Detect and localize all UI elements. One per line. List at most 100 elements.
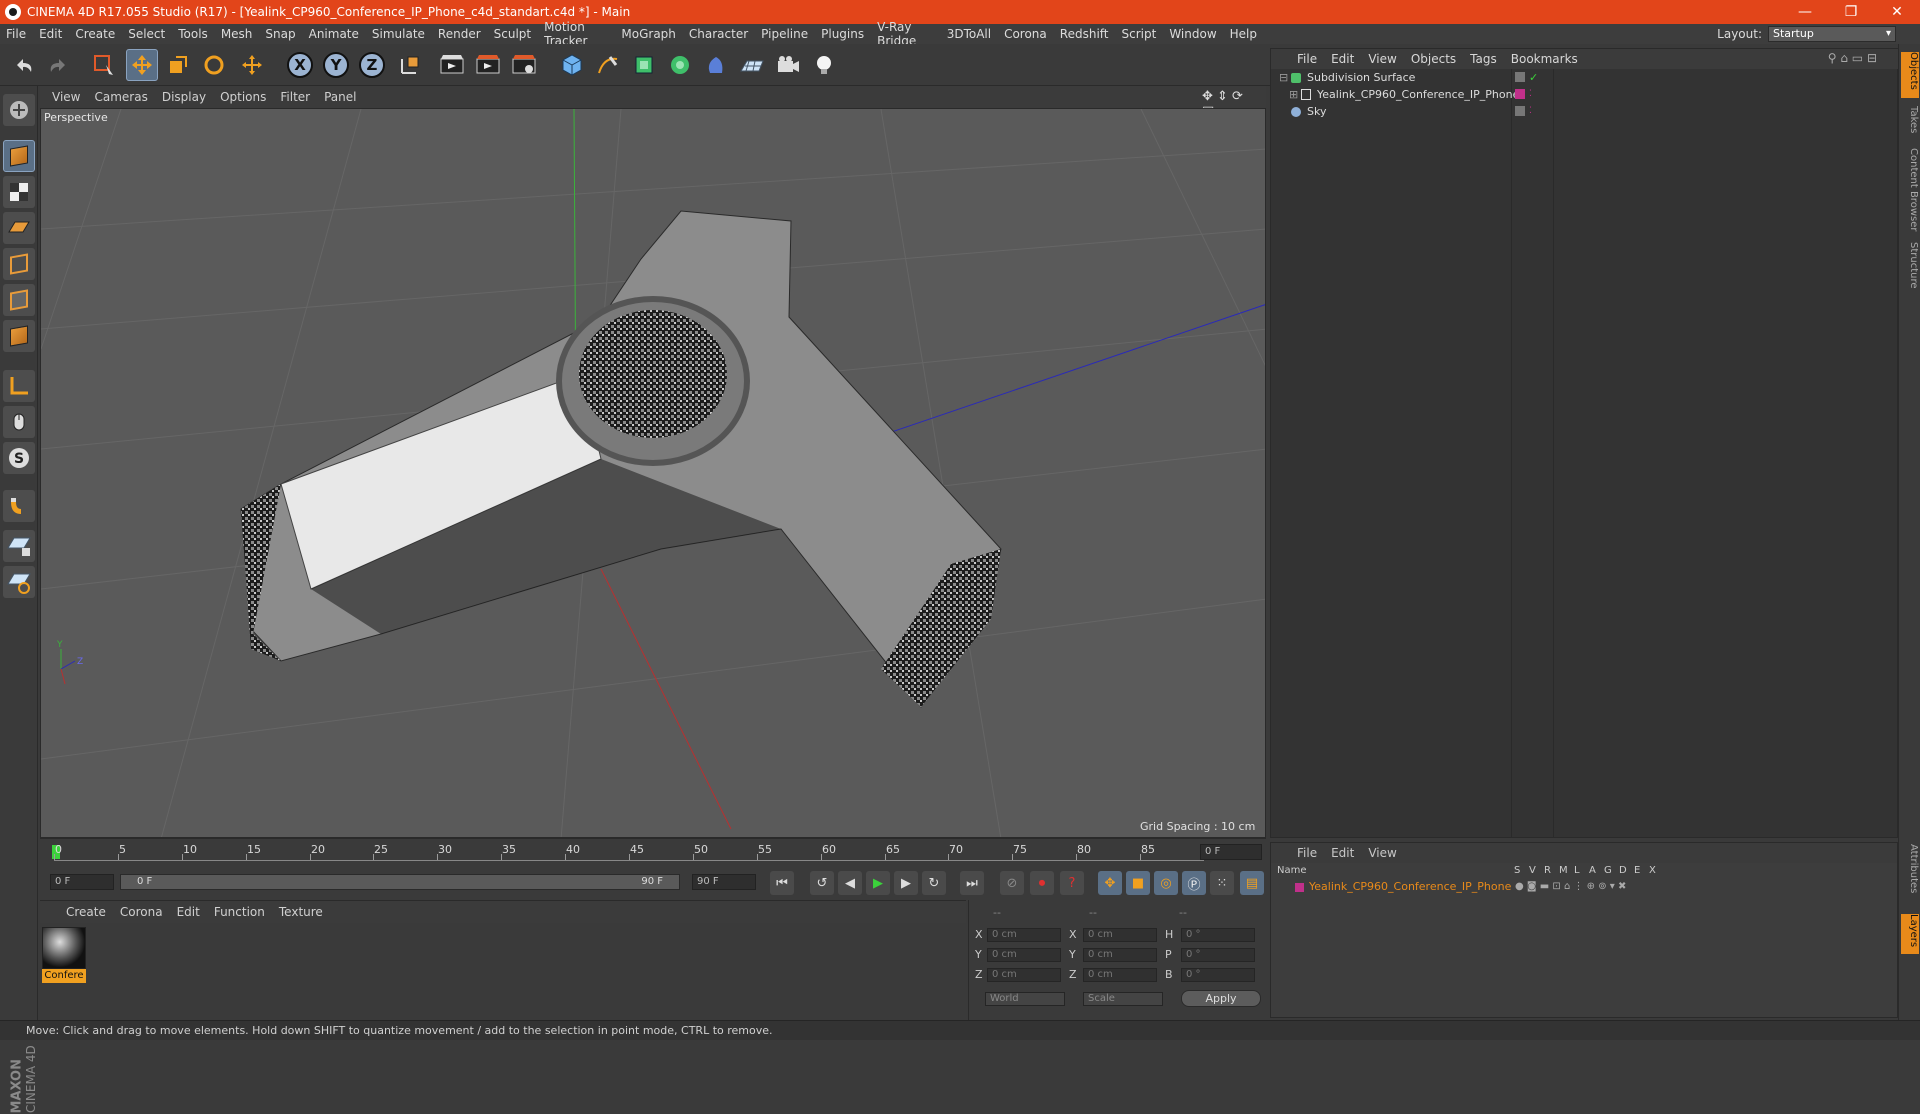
light-icon[interactable] <box>808 49 840 81</box>
mograph-cloner-icon[interactable] <box>664 49 696 81</box>
object-row-subdivision[interactable]: ⊟ Subdivision Surface ✓ <box>1271 69 1897 86</box>
scale-tool-icon[interactable] <box>162 49 194 81</box>
position-x-field[interactable]: 0 cm <box>987 928 1061 942</box>
redo-icon[interactable] <box>42 49 74 81</box>
edges-mode-icon[interactable] <box>3 284 35 316</box>
position-key-icon[interactable]: ✥ <box>1098 871 1122 895</box>
viewport-menu-options[interactable]: Options <box>220 90 266 104</box>
z-axis-lock-button[interactable]: Z <box>356 49 388 81</box>
menu-snap[interactable]: Snap <box>265 27 295 41</box>
visibility-dots-icon[interactable]: ⁚ <box>1529 103 1532 120</box>
menu-tools[interactable]: Tools <box>178 27 208 41</box>
menu-simulate[interactable]: Simulate <box>372 27 425 41</box>
cube-primitive-icon[interactable] <box>556 49 588 81</box>
layer-menu-view[interactable]: View <box>1368 846 1396 860</box>
rotation-b-field[interactable]: 0 ° <box>1181 968 1255 982</box>
menu-mesh[interactable]: Mesh <box>221 27 253 41</box>
viewport-menu-cameras[interactable]: Cameras <box>94 90 147 104</box>
deformer-icon[interactable] <box>700 49 732 81</box>
rotation-h-field[interactable]: 0 ° <box>1181 928 1255 942</box>
material-menu-function[interactable]: Function <box>214 905 265 919</box>
record-keys-icon[interactable]: ⊘ <box>1000 871 1024 895</box>
keyframe-selection-icon[interactable]: ? <box>1060 871 1084 895</box>
tab-objects[interactable]: Objects <box>1901 52 1919 98</box>
make-editable-icon[interactable] <box>3 94 35 126</box>
menu-corona[interactable]: Corona <box>1004 27 1047 41</box>
material-menu-create[interactable]: Create <box>66 905 106 919</box>
visibility-dots-icon[interactable]: ⁚ <box>1529 86 1532 103</box>
workplane-mode-icon[interactable] <box>3 212 35 244</box>
tab-structure[interactable]: Structure <box>1901 242 1919 292</box>
render-settings-icon[interactable] <box>508 49 540 81</box>
menu-script[interactable]: Script <box>1122 27 1157 41</box>
apply-button[interactable]: Apply <box>1181 990 1261 1007</box>
magnet-icon[interactable] <box>3 490 35 522</box>
go-to-end-icon[interactable]: ⏭ <box>960 871 984 895</box>
object-menu-view[interactable]: View <box>1368 52 1396 66</box>
maximize-button[interactable]: ❐ <box>1828 0 1874 24</box>
menu-create[interactable]: Create <box>75 27 115 41</box>
rotate-tool-icon[interactable] <box>198 49 230 81</box>
collapse-icon[interactable]: ⊟ <box>1279 69 1288 86</box>
subdivision-surface-icon[interactable] <box>628 49 660 81</box>
viewport-menu-filter[interactable]: Filter <box>280 90 310 104</box>
render-view-icon[interactable] <box>436 49 468 81</box>
minimize-button[interactable]: — <box>1782 0 1828 24</box>
timeline-window-icon[interactable]: ▤ <box>1240 871 1264 895</box>
pla-key-icon[interactable]: ⁙ <box>1210 871 1234 895</box>
undo-icon[interactable] <box>8 49 40 81</box>
move-tool-icon[interactable] <box>126 49 158 81</box>
previous-frame-icon[interactable]: ◀ <box>838 871 862 895</box>
range-slider[interactable]: 0 F 90 F <box>120 874 680 890</box>
object-menu-file[interactable]: File <box>1297 52 1317 66</box>
material-menu-texture[interactable]: Texture <box>279 905 323 919</box>
rotation-key-icon[interactable]: ◎ <box>1154 871 1178 895</box>
menu-3dtoall[interactable]: 3DToAll <box>947 27 991 41</box>
transform-tool-icon[interactable] <box>236 49 268 81</box>
position-y-field[interactable]: 0 cm <box>987 948 1061 962</box>
size-z-field[interactable]: 0 cm <box>1083 968 1157 982</box>
coordinate-mode-select[interactable]: Scale <box>1083 992 1163 1006</box>
material-swatch[interactable]: Confere <box>42 927 86 983</box>
previous-key-icon[interactable]: ↺ <box>810 871 834 895</box>
pen-spline-icon[interactable] <box>592 49 624 81</box>
coordinate-space-select[interactable]: World <box>985 992 1065 1006</box>
menu-render[interactable]: Render <box>438 27 481 41</box>
x-axis-lock-button[interactable]: X <box>284 49 316 81</box>
size-y-field[interactable]: 0 cm <box>1083 948 1157 962</box>
object-menu-objects[interactable]: Objects <box>1411 52 1456 66</box>
play-icon[interactable]: ▶ <box>866 871 890 895</box>
render-picture-viewer-icon[interactable] <box>472 49 504 81</box>
points-mode-icon[interactable] <box>3 248 35 280</box>
object-row-yealink[interactable]: ⊞ Yealink_CP960_Conference_IP_Phone ⁚ <box>1271 86 1897 103</box>
y-axis-lock-button[interactable]: Y <box>320 49 352 81</box>
layer-toggle-icons[interactable]: ● ◙ ▬ ⊡ ⌂ ⋮ ⊕ ⊚ ▾ ✖ <box>1515 879 1626 895</box>
parameter-key-icon[interactable]: Ⓟ <box>1182 871 1206 895</box>
menu-sculpt[interactable]: Sculpt <box>494 27 531 41</box>
layout-select[interactable]: Startup <box>1768 26 1896 42</box>
camera-icon[interactable] <box>772 49 804 81</box>
phone-model[interactable] <box>240 210 1002 708</box>
menu-redshift[interactable]: Redshift <box>1060 27 1109 41</box>
material-menu-edit[interactable]: Edit <box>177 905 200 919</box>
current-frame-field[interactable]: 0 F <box>1200 844 1262 860</box>
rotation-p-field[interactable]: 0 ° <box>1181 948 1255 962</box>
tag-icon[interactable] <box>1515 106 1525 116</box>
object-menu-bookmarks[interactable]: Bookmarks <box>1511 52 1578 66</box>
next-frame-icon[interactable]: ▶ <box>894 871 918 895</box>
polygons-mode-icon[interactable] <box>3 320 35 352</box>
tab-content-browser[interactable]: Content Browser <box>1901 148 1919 234</box>
texture-mode-icon[interactable] <box>3 176 35 208</box>
lock-workplane-icon[interactable] <box>3 530 35 562</box>
layer-color-swatch[interactable] <box>1295 883 1304 892</box>
object-menu-edit[interactable]: Edit <box>1331 52 1354 66</box>
viewport-menu-panel[interactable]: Panel <box>324 90 356 104</box>
object-search-home-icons[interactable]: ⚲ ⌂ ▭ ⊟ <box>1828 51 1877 65</box>
viewport-menu-view[interactable]: View <box>52 90 80 104</box>
coordinate-system-icon[interactable] <box>394 49 426 81</box>
frame-ruler[interactable]: 051015202530354045505560657075808590 <box>52 843 1219 861</box>
material-menu-corona[interactable]: Corona <box>120 905 163 919</box>
go-to-start-icon[interactable]: ⏮ <box>770 871 794 895</box>
tab-takes[interactable]: Takes <box>1901 106 1919 140</box>
snap-icon[interactable]: S <box>3 442 35 474</box>
